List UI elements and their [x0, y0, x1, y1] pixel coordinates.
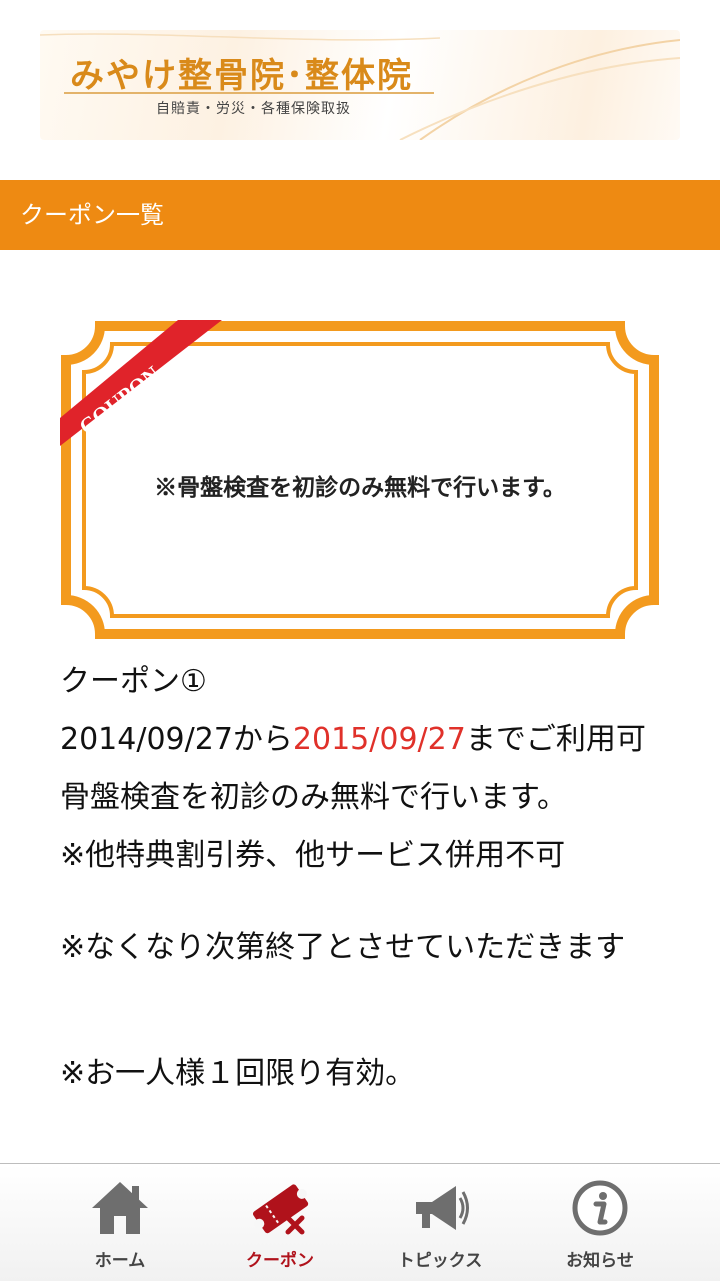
section-header-bar: クーポン一覧 [0, 180, 720, 250]
home-icon [92, 1182, 148, 1234]
header: みやけ整骨院･整体院 自賠責・労災・各種保険取扱 [0, 0, 720, 180]
megaphone-icon [416, 1186, 469, 1230]
logo-divider [64, 92, 434, 94]
nav-news-label: お知らせ [566, 1251, 634, 1271]
ticket-icon [252, 1184, 309, 1235]
nav-home[interactable]: ホーム [30, 1164, 210, 1281]
logo-title: みやけ整骨院･整体院 [70, 56, 413, 96]
coupon-valid-suffix: までご利用可 [465, 722, 646, 757]
clinic-logo: みやけ整骨院･整体院 自賠責・労災・各種保険取扱 [40, 30, 680, 140]
logo-subtitle: 自賠責・労災・各種保険取扱 [156, 101, 351, 117]
coupon-image-text: ※骨盤検査を初診のみ無料で行います。 [154, 474, 566, 501]
nav-home-label: ホーム [94, 1251, 146, 1271]
coupon-title: クーポン① [60, 664, 207, 699]
section-title: クーポン一覧 [20, 201, 164, 229]
nav-coupon-label: クーポン [246, 1251, 314, 1271]
nav-topics-label: トピックス [397, 1251, 483, 1271]
coupon-image[interactable]: COUPON ※骨盤検査を初診のみ無料で行います。 [60, 320, 660, 640]
nav-coupon[interactable]: クーポン [190, 1164, 370, 1281]
coupon-note-while-supplies-last: ※なくなり次第終了とさせていただきます [60, 930, 626, 965]
coupon-valid-to: 2015/09/27 [292, 722, 466, 757]
nav-topics[interactable]: トピックス [350, 1164, 530, 1281]
coupon-valid-from: 2014/09/27から [60, 722, 293, 757]
coupon-description: 骨盤検査を初診のみ無料で行います。 [60, 780, 567, 815]
bottom-navigation: ホーム クーポン トピックス お知らせ [0, 1163, 720, 1281]
coupon-note-no-combination: ※他特典割引券、他サービス併用不可 [60, 838, 566, 873]
coupon-valid-period: 2014/09/27から2015/09/27までご利用可 [60, 718, 646, 762]
coupon-note-once-per-person: ※お一人様１回限り有効。 [60, 1056, 416, 1091]
info-icon [572, 1180, 628, 1236]
nav-news[interactable]: お知らせ [510, 1164, 690, 1281]
